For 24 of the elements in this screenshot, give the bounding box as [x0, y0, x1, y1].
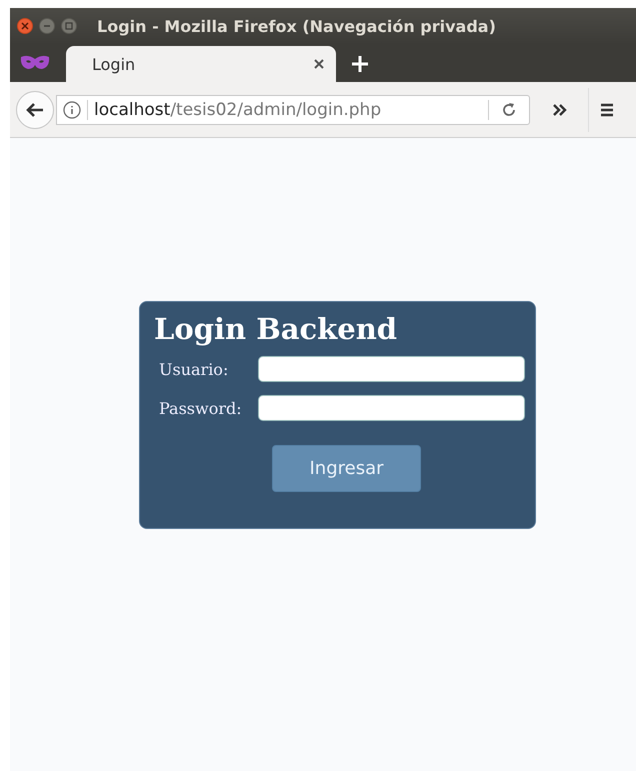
back-button[interactable] [16, 90, 54, 128]
field-label: Password: [158, 398, 243, 418]
field-label: Usuario: [158, 360, 230, 378]
close-tab-icon[interactable] [314, 59, 324, 69]
reload-button[interactable] [501, 102, 517, 118]
close-icon [21, 22, 29, 30]
window-title: Login - Mozilla Firefox (Navegación privada) [97, 16, 496, 36]
back-arrow-icon [26, 102, 44, 118]
browser-tab[interactable]: Login [66, 46, 336, 82]
minimize-button[interactable] [39, 18, 55, 34]
new-tab-button[interactable] [352, 56, 368, 72]
maximize-icon [65, 22, 73, 30]
menu-icon[interactable] [601, 102, 613, 118]
close-button[interactable] [17, 18, 33, 34]
overflow-chevron-icon[interactable] [552, 102, 568, 116]
form-title: Login Backend [154, 312, 398, 346]
address-bar[interactable]: localhost/tesis02/admin/login.php [56, 94, 530, 124]
maximize-button[interactable] [61, 18, 77, 34]
url-host: localhost [94, 100, 170, 120]
info-icon [63, 100, 81, 118]
password-field[interactable] [258, 395, 525, 421]
url-path: /tesis02/admin/login.php [170, 100, 382, 120]
mask-icon [20, 54, 50, 72]
username-field[interactable] [258, 356, 525, 382]
